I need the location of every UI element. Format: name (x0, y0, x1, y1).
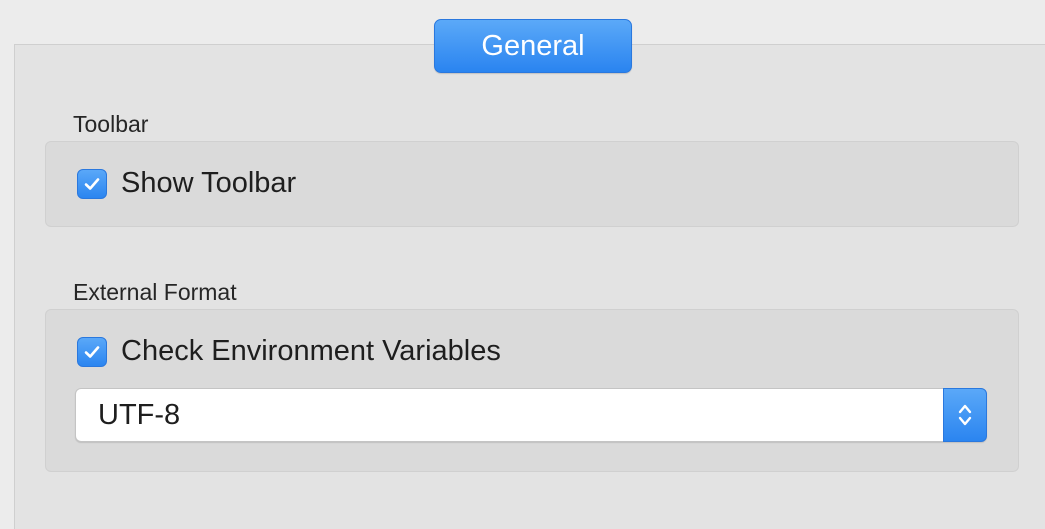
checkmark-icon (84, 345, 100, 358)
chevron-up-down-icon (958, 404, 972, 426)
show-toolbar-label: Show Toolbar (121, 167, 297, 199)
toolbar-section-label: Toolbar (73, 111, 149, 137)
show-toolbar-checkbox[interactable] (77, 168, 107, 199)
checkmark-icon (84, 177, 100, 190)
encoding-popup[interactable]: UTF-8 (75, 388, 987, 442)
preferences-window: General Toolbar Show Toolbar External Fo… (0, 0, 1045, 529)
tab-general[interactable]: General (434, 19, 632, 73)
external-format-section-label: External Format (73, 279, 237, 305)
check-env-label: Check Environment Variables (121, 335, 501, 367)
popup-arrows-icon[interactable] (943, 388, 987, 442)
encoding-value: UTF-8 (98, 399, 181, 431)
show-toolbar-row[interactable]: Show Toolbar (77, 167, 296, 200)
tab-general-label: General (481, 29, 585, 62)
check-env-checkbox[interactable] (77, 336, 107, 367)
check-env-row[interactable]: Check Environment Variables (77, 335, 501, 368)
